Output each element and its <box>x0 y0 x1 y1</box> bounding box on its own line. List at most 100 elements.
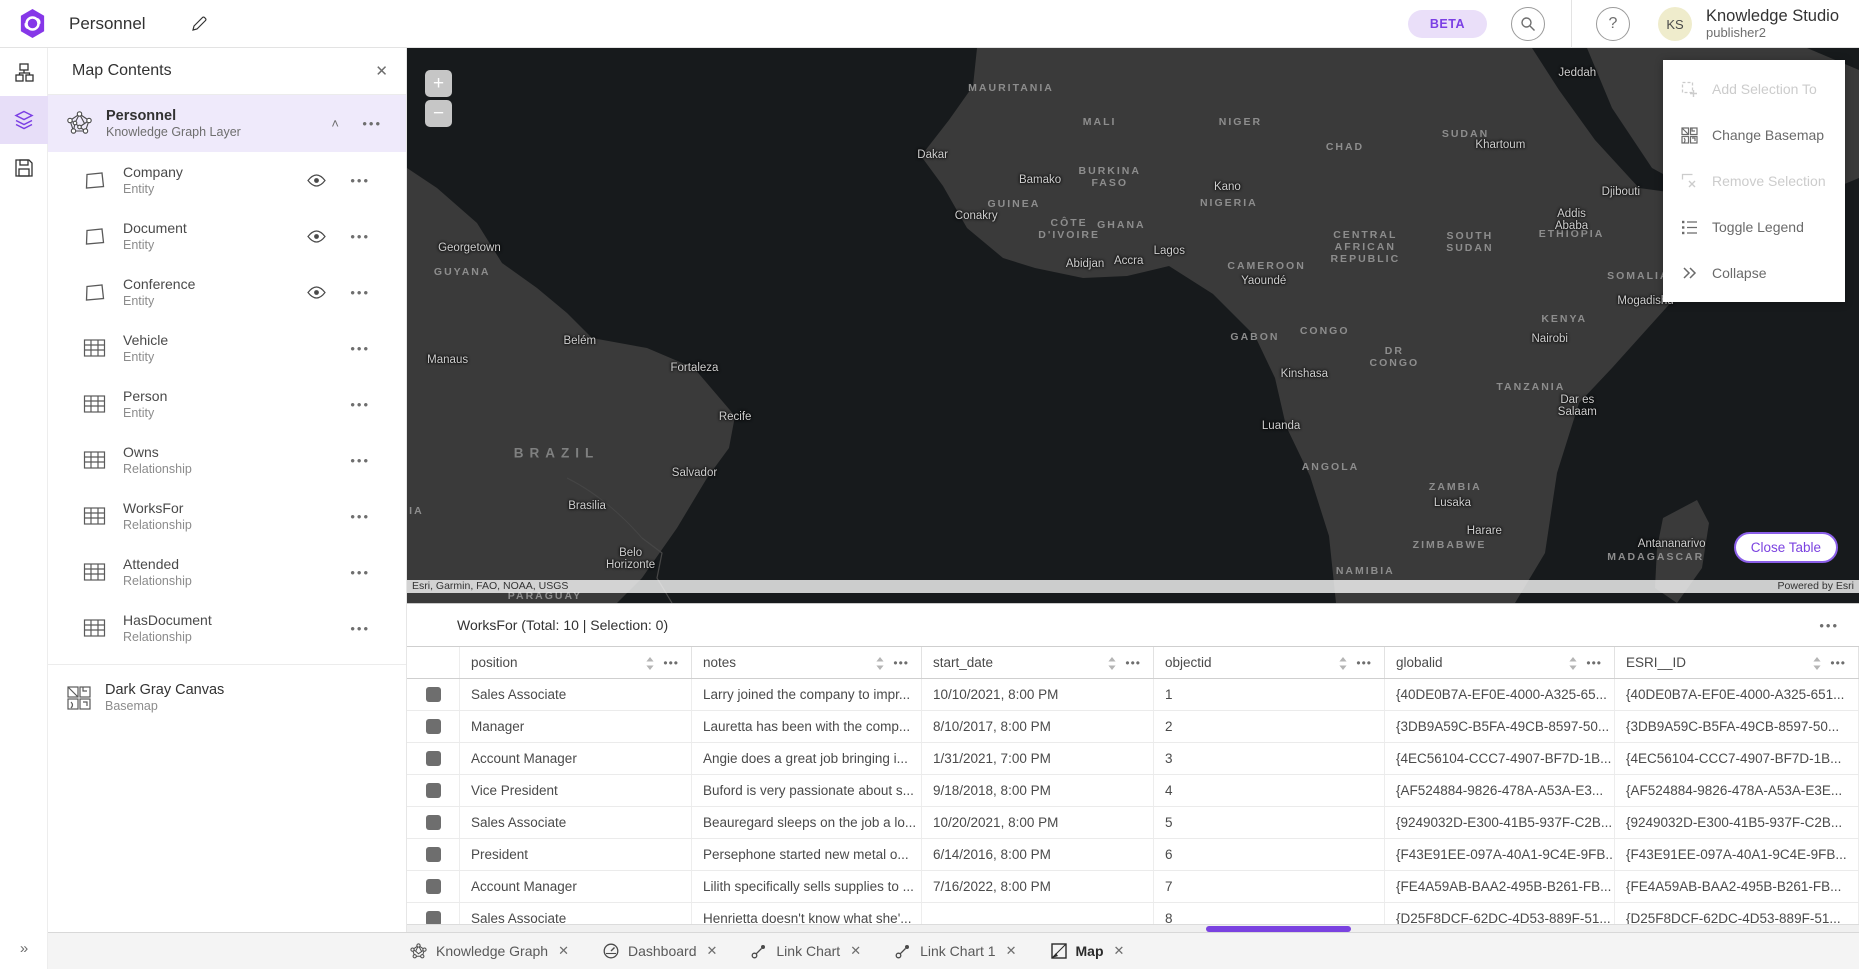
tab-close-icon[interactable]: ✕ <box>850 943 861 959</box>
layer-item-company[interactable]: Company Entity ••• <box>48 152 406 208</box>
polygon-icon <box>82 168 107 193</box>
horizontal-scrollbar[interactable] <box>407 924 1859 932</box>
table-row[interactable]: President Persephone started new metal o… <box>407 839 1859 871</box>
basemap-item[interactable]: Dark Gray Canvas Basemap <box>48 667 406 729</box>
table-row[interactable]: Manager Lauretta has been with the comp.… <box>407 711 1859 743</box>
column-options-icon[interactable]: ••• <box>1356 656 1372 670</box>
column-options-icon[interactable]: ••• <box>1586 656 1602 670</box>
layer-options-icon[interactable]: ••• <box>362 116 382 131</box>
row-checkbox[interactable] <box>426 815 441 830</box>
layer-item-personnel[interactable]: Personnel Knowledge Graph Layer ˄ ••• <box>48 95 406 152</box>
layer-item-person[interactable]: Person Entity ••• <box>48 376 406 432</box>
layer-item-worksfor[interactable]: WorksFor Relationship ••• <box>48 488 406 544</box>
row-checkbox[interactable] <box>426 751 441 766</box>
map-view[interactable]: MAURITANIAMALINIGERSUDANCHADBURKINA FASO… <box>407 48 1859 603</box>
sort-icon[interactable] <box>1568 656 1578 671</box>
layer-item-document[interactable]: Document Entity ••• <box>48 208 406 264</box>
layer-item-hasdocument[interactable]: HasDocument Relationship ••• <box>48 600 406 656</box>
tab-knowledge-graph[interactable]: Knowledge Graph ✕ <box>410 943 569 960</box>
layer-options-icon[interactable]: ••• <box>350 173 370 188</box>
layer-options-icon[interactable]: ••• <box>350 453 370 468</box>
select-all-cell[interactable] <box>407 647 460 678</box>
tab-dashboard[interactable]: Dashboard ✕ <box>603 943 717 959</box>
layer-options-icon[interactable]: ••• <box>350 285 370 300</box>
row-checkbox[interactable] <box>426 687 441 702</box>
collapse-layer-icon[interactable]: ˄ <box>331 116 339 131</box>
layer-type: Entity <box>123 181 183 197</box>
column-header-notes[interactable]: notes ••• <box>692 647 922 678</box>
table-row[interactable]: Account Manager Angie does a great job b… <box>407 743 1859 775</box>
row-checkbox[interactable] <box>426 879 441 894</box>
visibility-eye-icon[interactable] <box>307 174 326 187</box>
layer-options-icon[interactable]: ••• <box>350 509 370 524</box>
row-checkbox[interactable] <box>426 847 441 862</box>
cell-notes: Lauretta has been with the comp... <box>692 711 922 742</box>
save-button[interactable] <box>0 144 48 192</box>
avatar[interactable]: KS <box>1658 7 1692 41</box>
cell-position: Sales Associate <box>460 807 692 838</box>
column-header-esri__id[interactable]: ESRI__ID ••• <box>1615 647 1859 678</box>
menu-item-remove-selection: Remove Selection <box>1663 158 1845 204</box>
username: publisher2 <box>1706 26 1839 41</box>
tab-link-chart[interactable]: Link Chart ✕ <box>751 943 861 959</box>
tab-close-icon[interactable]: ✕ <box>706 943 717 959</box>
column-header-position[interactable]: position ••• <box>460 647 692 678</box>
column-header-globalid[interactable]: globalid ••• <box>1385 647 1615 678</box>
close-table-button[interactable]: Close Table <box>1734 532 1838 563</box>
tab-close-icon[interactable]: ✕ <box>558 943 569 959</box>
layer-item-conference[interactable]: Conference Entity ••• <box>48 264 406 320</box>
column-options-icon[interactable]: ••• <box>1125 656 1141 670</box>
layer-item-attended[interactable]: Attended Relationship ••• <box>48 544 406 600</box>
cell-globalid: {F43E91EE-097A-40A1-9C4E-9FB... <box>1385 839 1615 870</box>
layer-item-owns[interactable]: Owns Relationship ••• <box>48 432 406 488</box>
visibility-eye-icon[interactable] <box>307 230 326 243</box>
column-options-icon[interactable]: ••• <box>893 656 909 670</box>
search-button[interactable] <box>1511 7 1545 41</box>
edit-title-icon[interactable] <box>190 15 208 33</box>
zoom-out-button[interactable]: − <box>425 100 452 127</box>
layer-options-icon[interactable]: ••• <box>350 397 370 412</box>
row-checkbox[interactable] <box>426 719 441 734</box>
column-options-icon[interactable]: ••• <box>663 656 679 670</box>
cell-esri-id: {FE4A59AB-BAA2-495B-B261-FB... <box>1615 871 1859 902</box>
layers-button[interactable] <box>0 96 48 144</box>
table-row[interactable]: Vice President Buford is very passionate… <box>407 775 1859 807</box>
column-options-icon[interactable]: ••• <box>1830 656 1846 670</box>
zoom-in-button[interactable]: + <box>425 70 452 97</box>
tab-link-chart-1[interactable]: Link Chart 1 ✕ <box>895 943 1016 959</box>
column-header-start_date[interactable]: start_date ••• <box>922 647 1154 678</box>
column-header-objectid[interactable]: objectid ••• <box>1154 647 1385 678</box>
cell-position: Vice President <box>460 775 692 806</box>
layer-options-icon[interactable]: ••• <box>350 341 370 356</box>
expand-rail-button[interactable]: » <box>0 933 48 963</box>
sort-icon[interactable] <box>1107 656 1117 671</box>
help-button[interactable]: ? <box>1596 7 1630 41</box>
tab-close-icon[interactable]: ✕ <box>1114 943 1125 959</box>
cell-globalid: {3DB9A59C-B5FA-49CB-8597-50... <box>1385 711 1615 742</box>
table-row[interactable]: Sales Associate Beauregard sleeps on the… <box>407 807 1859 839</box>
sort-icon[interactable] <box>645 656 655 671</box>
tab-close-icon[interactable]: ✕ <box>1006 943 1017 959</box>
table-row[interactable]: Sales Associate Larry joined the company… <box>407 679 1859 711</box>
menu-item-collapse[interactable]: Collapse <box>1663 250 1845 296</box>
layer-type: Entity <box>123 293 195 309</box>
visibility-eye-icon[interactable] <box>307 286 326 299</box>
sort-icon[interactable] <box>1338 656 1348 671</box>
layer-options-icon[interactable]: ••• <box>350 229 370 244</box>
close-panel-icon[interactable]: ✕ <box>375 62 388 80</box>
tab-map[interactable]: Map ✕ <box>1051 943 1125 959</box>
data-model-button[interactable] <box>0 48 48 96</box>
table-icon <box>82 392 107 417</box>
sort-icon[interactable] <box>1812 656 1822 671</box>
menu-item-legend[interactable]: Toggle Legend <box>1663 204 1845 250</box>
layer-options-icon[interactable]: ••• <box>350 621 370 636</box>
menu-item-basemap[interactable]: Change Basemap <box>1663 112 1845 158</box>
layer-options-icon[interactable]: ••• <box>350 565 370 580</box>
table-options-icon[interactable]: ••• <box>1819 618 1839 633</box>
sort-icon[interactable] <box>875 656 885 671</box>
menu-item-label: Add Selection To <box>1712 81 1817 97</box>
row-checkbox[interactable] <box>426 783 441 798</box>
zoom-controls: + − <box>425 70 452 130</box>
table-row[interactable]: Account Manager Lilith specifically sell… <box>407 871 1859 903</box>
layer-item-vehicle[interactable]: Vehicle Entity ••• <box>48 320 406 376</box>
